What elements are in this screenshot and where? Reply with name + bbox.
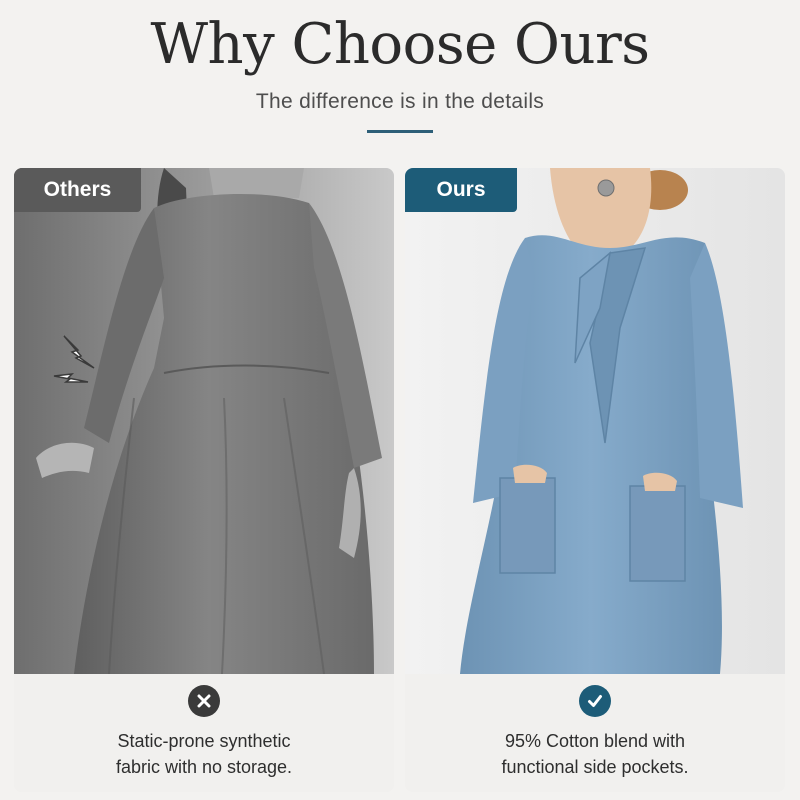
page-title: Why Choose Ours bbox=[150, 12, 650, 77]
x-circle-icon bbox=[188, 685, 220, 717]
title-divider bbox=[367, 130, 433, 133]
others-badge: Others bbox=[14, 168, 141, 212]
ours-badge: Ours bbox=[405, 168, 517, 212]
others-caption-line-1: Static-prone synthetic bbox=[117, 731, 291, 751]
others-dress-photo bbox=[14, 168, 394, 674]
header: Why Choose Ours The difference is in the… bbox=[0, 0, 800, 160]
page-subtitle: The difference is in the details bbox=[255, 90, 545, 113]
ours-caption: 95% Cotton blend with functional side po… bbox=[425, 728, 765, 780]
ours-caption-area: 95% Cotton blend with functional side po… bbox=[405, 674, 785, 792]
ours-caption-line-1: 95% Cotton blend with bbox=[504, 731, 686, 751]
others-caption: Static-prone synthetic fabric with no st… bbox=[34, 728, 374, 780]
others-panel: Others Static-prone synthetic fabric wit… bbox=[14, 168, 394, 792]
others-caption-area: Static-prone synthetic fabric with no st… bbox=[14, 674, 394, 792]
ours-caption-line-2: functional side pockets. bbox=[501, 757, 689, 777]
ours-dress-photo bbox=[405, 168, 785, 674]
check-circle-icon bbox=[579, 685, 611, 717]
others-caption-line-2: fabric with no storage. bbox=[115, 757, 293, 777]
ours-panel: Ours 95% Cotton blend with functional si… bbox=[405, 168, 785, 792]
